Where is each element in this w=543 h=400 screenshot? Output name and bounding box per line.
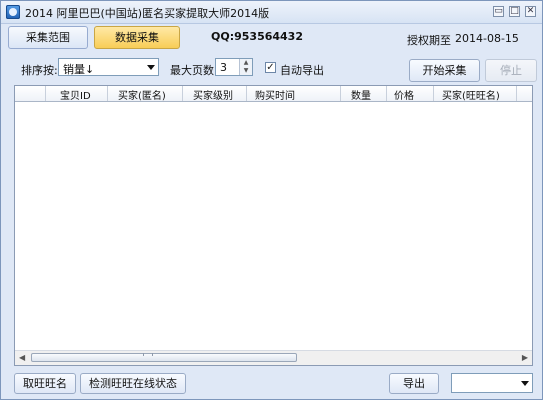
col-buyer-level[interactable]: 买家级别 (193, 87, 233, 102)
scroll-grip-icon (143, 353, 153, 356)
up-arrow-icon[interactable]: ▲ (240, 59, 252, 67)
sort-label: 排序按: (21, 64, 58, 77)
column-separator (107, 86, 108, 101)
chevron-down-icon (521, 381, 529, 386)
results-table[interactable]: 宝贝ID 买家(匿名) 买家级别 购买时间 数量 价格 买家(旺旺名) ◀ ▶ (14, 85, 533, 366)
maximize-icon[interactable]: □ (509, 6, 520, 17)
col-price[interactable]: 价格 (394, 87, 414, 102)
col-purchase-time[interactable]: 购买时间 (255, 87, 295, 102)
down-arrow-icon[interactable]: ▼ (240, 67, 252, 75)
export-format-select[interactable] (451, 373, 533, 393)
scroll-right-icon[interactable]: ▶ (522, 353, 528, 362)
title-bar: 2014 阿里巴巴(中国站)匿名买家提取大师2014版 ▭ □ ✕ (1, 1, 542, 24)
sort-select[interactable]: 销量↓ (58, 58, 159, 76)
app-window: 2014 阿里巴巴(中国站)匿名买家提取大师2014版 ▭ □ ✕ 采集范围 数… (0, 0, 543, 400)
minimize-icon[interactable]: ▭ (493, 6, 504, 17)
app-logo-icon (6, 5, 20, 19)
window-title: 2014 阿里巴巴(中国站)匿名买家提取大师2014版 (25, 7, 270, 20)
tab-collection-range[interactable]: 采集范围 (8, 26, 88, 49)
col-buyer-wangwang[interactable]: 买家(旺旺名) (442, 87, 500, 102)
column-separator (246, 86, 247, 101)
col-item-id[interactable]: 宝贝ID (60, 87, 91, 102)
export-button[interactable]: 导出 (389, 373, 439, 394)
chevron-down-icon (147, 65, 155, 70)
scrollbar-thumb[interactable] (31, 353, 297, 362)
scroll-left-icon[interactable]: ◀ (19, 353, 25, 362)
start-collection-button[interactable]: 开始采集 (409, 59, 480, 82)
max-pages-stepper[interactable]: 3 ▲ ▼ (215, 58, 253, 76)
license-date: 2014-08-15 (455, 32, 519, 45)
fetch-wangwang-button[interactable]: 取旺旺名 (14, 373, 76, 394)
qq-contact: QQ:953564432 (211, 30, 303, 43)
tab-data-collection[interactable]: 数据采集 (94, 26, 180, 49)
column-separator (45, 86, 46, 101)
auto-export-label: 自动导出 (280, 64, 324, 77)
table-header: 宝贝ID 买家(匿名) 买家级别 购买时间 数量 价格 买家(旺旺名) (15, 86, 532, 102)
stepper-buttons[interactable]: ▲ ▼ (239, 59, 252, 75)
column-separator (182, 86, 183, 101)
sort-select-value: 销量↓ (63, 63, 95, 76)
max-pages-value: 3 (220, 61, 227, 74)
auto-export-checkbox[interactable]: ✓ (265, 62, 276, 73)
close-icon[interactable]: ✕ (525, 6, 536, 17)
max-pages-label: 最大页数: (170, 64, 218, 77)
check-online-status-button[interactable]: 检测旺旺在线状态 (80, 373, 186, 394)
license-label: 授权期至 (407, 34, 451, 47)
column-separator (433, 86, 434, 101)
stop-button[interactable]: 停止 (485, 59, 537, 82)
col-buyer-anon[interactable]: 买家(匿名) (118, 87, 166, 102)
column-separator (340, 86, 341, 101)
column-separator (516, 86, 517, 101)
col-quantity[interactable]: 数量 (351, 87, 371, 102)
column-separator (386, 86, 387, 101)
horizontal-scrollbar[interactable]: ◀ ▶ (15, 350, 532, 365)
